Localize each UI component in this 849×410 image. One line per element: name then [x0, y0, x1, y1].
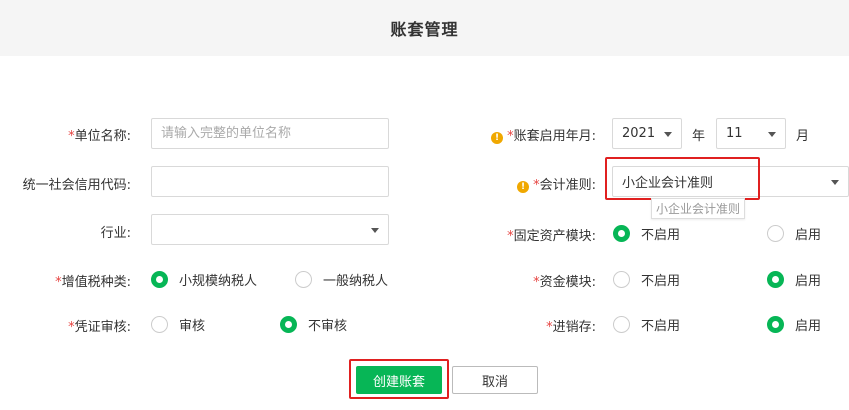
- vat-option-general[interactable]: 一般纳税人: [295, 270, 388, 289]
- fixed-assets-option-enabled[interactable]: 启用: [767, 224, 821, 243]
- caret-down-icon: [664, 132, 672, 137]
- radio-unchecked-icon[interactable]: [295, 271, 312, 288]
- year-unit: 年: [692, 129, 706, 144]
- start-month-select[interactable]: 11: [716, 118, 786, 149]
- radio-checked-icon[interactable]: [280, 316, 297, 333]
- radio-unchecked-icon[interactable]: [613, 271, 630, 288]
- radio-checked-icon[interactable]: [151, 271, 168, 288]
- inventory-option-disabled[interactable]: 不启用: [613, 315, 680, 334]
- warning-icon: !: [517, 181, 530, 193]
- industry-label: 行业:: [100, 226, 131, 241]
- start-year-select[interactable]: 2021: [612, 118, 682, 149]
- start-year-value: 2021: [622, 126, 656, 141]
- radio-unchecked-icon[interactable]: [151, 316, 168, 333]
- radio-checked-icon[interactable]: [613, 225, 630, 242]
- voucher-option-no-audit[interactable]: 不审核: [280, 315, 347, 334]
- unit-name-input[interactable]: [151, 118, 389, 149]
- credit-code-label: 统一社会信用代码:: [22, 178, 131, 193]
- credit-code-input[interactable]: [151, 166, 389, 197]
- industry-select[interactable]: [151, 214, 389, 245]
- radio-unchecked-icon[interactable]: [767, 225, 784, 242]
- radio-unchecked-icon[interactable]: [613, 316, 630, 333]
- caret-down-icon: [371, 228, 379, 233]
- cancel-button[interactable]: 取消: [452, 366, 538, 394]
- voucher-audit-label: *凭证审核:: [68, 320, 131, 335]
- funds-label: *资金模块:: [533, 275, 596, 290]
- funds-option-disabled[interactable]: 不启用: [613, 270, 680, 289]
- voucher-option-audit[interactable]: 审核: [151, 315, 205, 334]
- create-button-highlight: [349, 359, 449, 399]
- inventory-label: *进销存:: [546, 320, 596, 335]
- accounting-standard-tooltip: 小企业会计准则: [651, 198, 746, 219]
- fixed-assets-option-disabled[interactable]: 不启用: [613, 224, 680, 243]
- vat-option-small-scale[interactable]: 小规模纳税人: [151, 270, 257, 289]
- month-unit: 月: [796, 129, 810, 144]
- caret-down-icon: [768, 132, 776, 137]
- funds-option-enabled[interactable]: 启用: [767, 270, 821, 289]
- radio-checked-icon[interactable]: [767, 271, 784, 288]
- start-period-label: ! *账套启用年月:: [491, 125, 596, 144]
- vat-type-label: *增值税种类:: [55, 275, 131, 290]
- accounting-standard-highlight: [605, 157, 760, 200]
- accounting-standard-label: ! *会计准则:: [517, 174, 596, 193]
- page-header: 账套管理: [0, 0, 849, 56]
- inventory-option-enabled[interactable]: 启用: [767, 315, 821, 334]
- fixed-assets-label: *固定资产模块:: [507, 229, 596, 244]
- radio-checked-icon[interactable]: [767, 316, 784, 333]
- caret-down-icon: [831, 180, 839, 185]
- start-month-value: 11: [726, 126, 743, 141]
- warning-icon: !: [491, 132, 504, 144]
- unit-name-label: *单位名称:: [68, 129, 131, 144]
- page-title: 账套管理: [390, 20, 459, 39]
